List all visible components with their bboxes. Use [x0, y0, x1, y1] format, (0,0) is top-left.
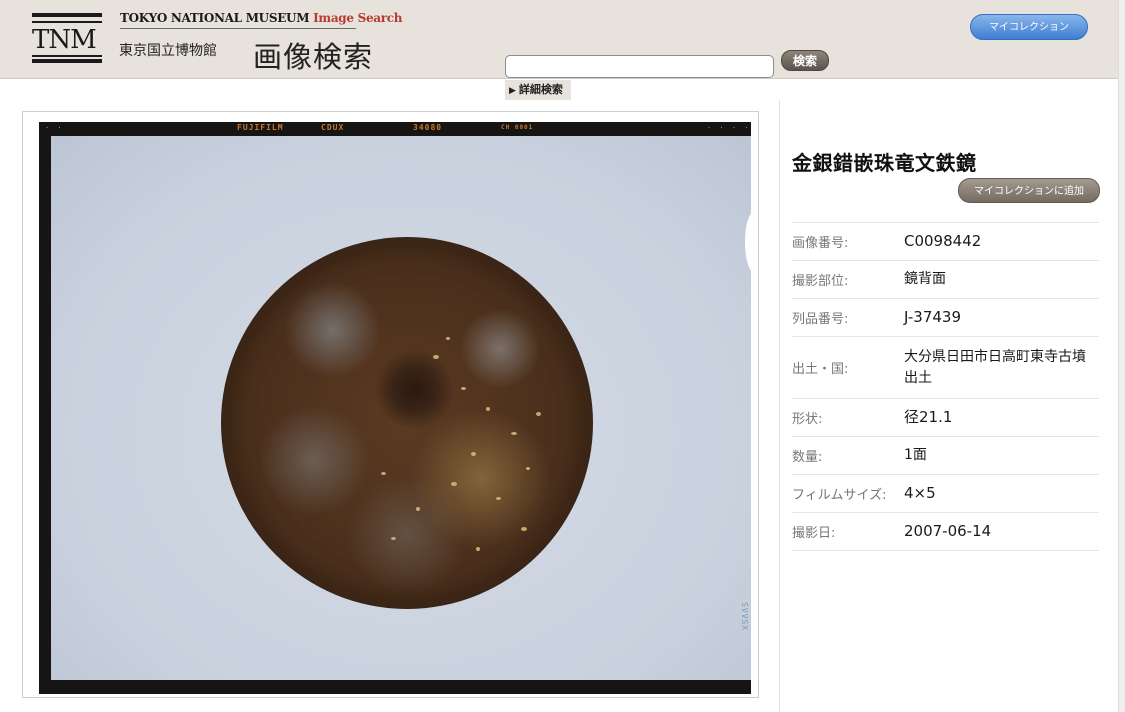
detail-value: 4×5: [904, 484, 936, 502]
detail-key: 列品番号:: [792, 312, 849, 327]
detail-row-part: 撮影部位: 鏡背面: [792, 261, 1099, 299]
tnm-logo[interactable]: TNM: [32, 13, 108, 65]
inlay-speck: [461, 387, 466, 390]
advanced-search-label: 詳細検索: [518, 83, 563, 96]
logo-bottom-bar: [32, 59, 102, 63]
mycollection-button[interactable]: マイコレクション: [970, 14, 1088, 40]
english-title: TOKYO NATIONAL MUSEUM Image Search: [120, 11, 403, 25]
film-side-code: SVVSX: [740, 602, 749, 632]
detail-row-quantity: 数量: 1面: [792, 437, 1099, 475]
detail-row-shape: 形状: 径21.1: [792, 399, 1099, 437]
film-brand: FUJIFILM: [237, 123, 284, 132]
logo-bottom-rule: [32, 55, 102, 57]
detail-key: 撮影部位:: [792, 274, 849, 289]
search-button[interactable]: 検索: [781, 50, 829, 71]
detail-key: 形状:: [792, 412, 823, 427]
inlay-speck: [521, 527, 527, 531]
detail-value: C0098442: [904, 232, 982, 250]
logo-mark: TNM: [32, 25, 97, 55]
detail-value: 大分県日田市日高町東寺古墳出土: [904, 348, 1086, 386]
inlay-speck: [471, 452, 476, 456]
advanced-search-link[interactable]: ▶ 詳細検索: [505, 80, 571, 100]
search-input[interactable]: [505, 55, 774, 78]
inlay-speck: [416, 507, 420, 511]
inlay-speck: [486, 407, 490, 411]
detail-key: 画像番号:: [792, 236, 849, 251]
english-title-main: TOKYO NATIONAL MUSEUM: [120, 11, 310, 25]
window-scrollbar[interactable]: [1118, 0, 1125, 712]
artifact-details: 画像番号: C0098442 撮影部位: 鏡背面 列品番号: J-37439 出…: [792, 222, 1099, 551]
inlay-speck: [511, 432, 517, 435]
inlay-speck: [391, 537, 396, 540]
detail-value: J-37439: [904, 308, 962, 326]
inlay-speck: [451, 482, 457, 486]
logo-top-bar: [32, 13, 102, 17]
inlay-speck: [476, 547, 480, 551]
detail-key: 出土・国:: [792, 362, 849, 377]
title-rule: [120, 28, 356, 29]
detail-row-film-size: フィルムサイズ: 4×5: [792, 475, 1099, 513]
detail-value: 径21.1: [904, 408, 953, 426]
image-panel: · · FUJIFILM CDUX 34080 CH 0001 · · · ·: [22, 111, 759, 698]
page-title: 画像検索: [253, 40, 374, 74]
detail-key: 撮影日:: [792, 526, 836, 541]
detail-key: フィルムサイズ:: [792, 488, 887, 503]
inlay-speck: [496, 497, 501, 500]
artifact-image[interactable]: · · FUJIFILM CDUX 34080 CH 0001 · · · ·: [39, 122, 751, 694]
artifact-title: 金銀錯嵌珠竜文鉄鏡: [792, 151, 977, 175]
film-edge-marks-right: · · · ·: [707, 124, 751, 132]
detail-value: 1面: [904, 447, 927, 463]
film-edge-marks-left: · ·: [45, 124, 64, 132]
inlay-speck: [536, 412, 541, 416]
inlay-speck: [526, 467, 530, 470]
header: TNM TOKYO NATIONAL MUSEUM Image Search 東…: [0, 0, 1125, 79]
detail-value: 2007-06-14: [904, 522, 992, 540]
logo-top-rule: [32, 21, 102, 23]
detail-row-image-number: 画像番号: C0098442: [792, 223, 1099, 261]
detail-key: 数量:: [792, 450, 823, 465]
film-number: 34080: [413, 123, 443, 132]
photo-background: [51, 136, 751, 680]
inlay-speck: [446, 337, 450, 340]
inlay-speck: [433, 355, 439, 359]
english-title-accent: Image Search: [313, 11, 403, 25]
add-to-mycollection-button[interactable]: マイコレクションに追加: [958, 178, 1100, 203]
detail-value: 鏡背面: [904, 271, 946, 287]
triangle-right-icon: ▶: [509, 86, 516, 96]
panel-divider: [779, 100, 780, 712]
film-marker: CH 0001: [501, 124, 534, 131]
film-code: CDUX: [321, 123, 345, 132]
detail-row-provenance: 出土・国: 大分県日田市日高町東寺古墳出土: [792, 337, 1099, 399]
bronze-mirror: [221, 237, 593, 609]
inlay-speck: [381, 472, 386, 475]
detail-row-date: 撮影日: 2007-06-14: [792, 513, 1099, 551]
org-name: 東京国立博物館: [119, 43, 217, 59]
detail-row-item-number: 列品番号: J-37439: [792, 299, 1099, 337]
